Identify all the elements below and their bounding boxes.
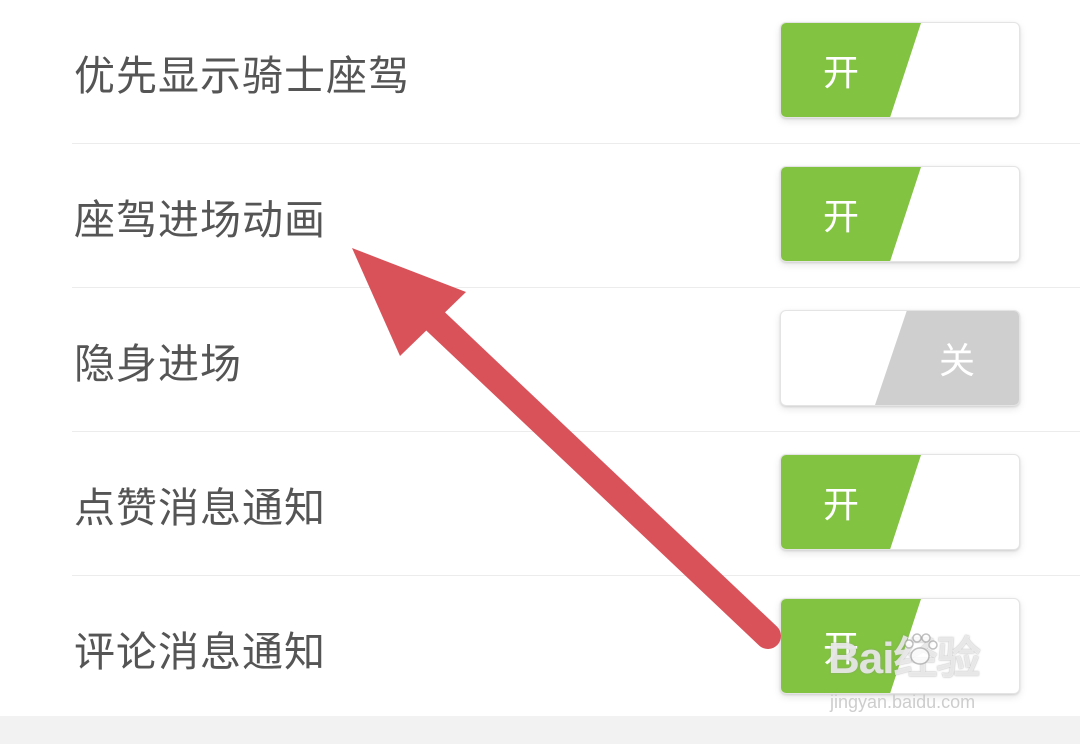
toggle-state-text: 开	[823, 629, 860, 670]
setting-label: 座驾进场动画	[74, 196, 326, 244]
toggle-state-text: 开	[823, 197, 860, 238]
toggle-state-text: 开	[823, 53, 860, 94]
mount-entry-animation-toggle[interactable]: 开	[780, 166, 1020, 262]
setting-label: 点赞消息通知	[74, 484, 326, 532]
setting-row-rider-mount-priority: 优先显示骑士座驾 开	[0, 0, 1080, 144]
setting-row-comment-notification: 评论消息通知 开	[0, 576, 1080, 720]
settings-list: 优先显示骑士座驾 开 座驾进场动画 开 隐身进场 关 点赞消息通知 开 评论消息…	[0, 0, 1080, 720]
toggle-state-text: 关	[939, 341, 976, 382]
setting-row-stealth-entry: 隐身进场 关	[0, 288, 1080, 432]
like-notification-toggle[interactable]: 开	[780, 454, 1020, 550]
rider-mount-priority-toggle[interactable]: 开	[780, 22, 1020, 118]
bottom-strip	[0, 716, 1080, 744]
setting-row-mount-entry-animation: 座驾进场动画 开	[0, 144, 1080, 288]
toggle-state-text: 开	[823, 485, 860, 526]
setting-row-like-notification: 点赞消息通知 开	[0, 432, 1080, 576]
stealth-entry-toggle[interactable]: 关	[780, 310, 1020, 406]
setting-label: 评论消息通知	[74, 628, 326, 676]
setting-label: 隐身进场	[74, 340, 242, 388]
setting-label: 优先显示骑士座驾	[74, 52, 410, 100]
comment-notification-toggle[interactable]: 开	[780, 598, 1020, 694]
